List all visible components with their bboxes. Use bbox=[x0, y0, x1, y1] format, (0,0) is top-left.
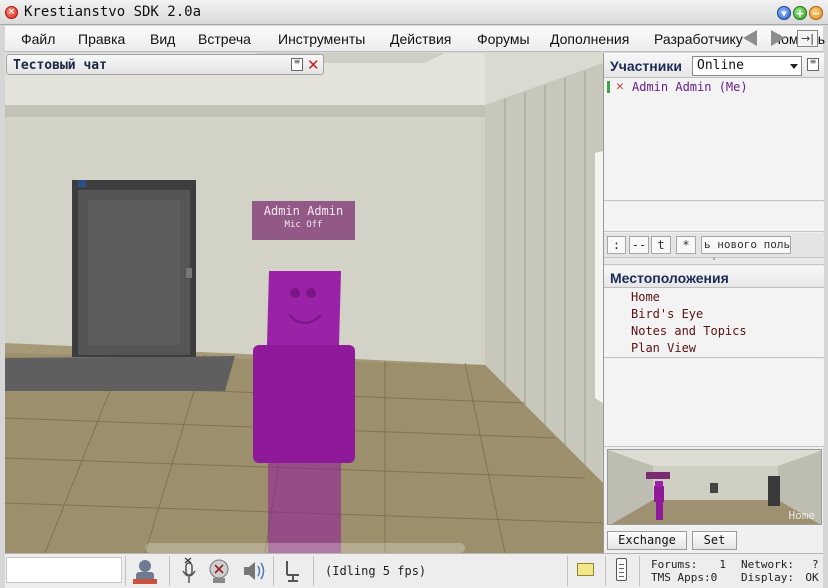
participants-header: Участники Online ≡ bbox=[604, 53, 824, 78]
divider bbox=[169, 556, 170, 586]
forums-stat: Forums: 1 bbox=[651, 558, 726, 571]
window-title: Krestianstvo SDK 2.0a bbox=[24, 4, 202, 20]
status-bar: (Idling 5 fps) Forums: 1 TMS Apps:0 Netw… bbox=[5, 553, 823, 588]
locations-empty-area bbox=[604, 359, 824, 447]
avatar-name-tag: Admin Admin Mic Off bbox=[252, 201, 355, 240]
participants-heading: Участники bbox=[610, 58, 682, 74]
locations-heading: Местоположения bbox=[610, 270, 729, 286]
forward-arrow-icon[interactable] bbox=[771, 30, 785, 46]
close-window-icon[interactable]: × bbox=[5, 6, 18, 19]
menu-actions[interactable]: Действия bbox=[390, 31, 451, 47]
panel-splitter[interactable]: ° bbox=[604, 257, 824, 265]
back-arrow-icon[interactable] bbox=[743, 30, 757, 46]
locations-list: Home Bird's Eye Notes and Topics Plan Vi… bbox=[604, 288, 824, 358]
panel-menu-icon[interactable]: ≡ bbox=[291, 58, 303, 71]
invite-user-input[interactable]: ь нового поль bbox=[701, 236, 791, 254]
tms-apps-value: 0 bbox=[710, 571, 718, 584]
preview-location-label: Home bbox=[788, 509, 816, 522]
network-stat: Network: ? bbox=[741, 558, 819, 571]
divider bbox=[125, 556, 126, 586]
camera-off-icon[interactable] bbox=[207, 557, 231, 585]
tool-button-t[interactable]: t bbox=[651, 236, 671, 254]
3d-viewport[interactable] bbox=[5, 53, 603, 553]
participants-menu-icon[interactable]: ≡ bbox=[807, 58, 819, 71]
menu-developer[interactable]: Разработчику bbox=[654, 31, 743, 47]
tool-button-colon[interactable]: : bbox=[607, 236, 626, 254]
menu-edit[interactable]: Правка bbox=[78, 31, 125, 47]
menu-bar: Файл Правка Вид Встреча Инструменты Дейс… bbox=[5, 26, 825, 52]
phone-icon[interactable] bbox=[616, 558, 627, 581]
menu-view[interactable]: Вид bbox=[150, 31, 175, 47]
status-select-value: Online bbox=[697, 58, 744, 73]
network-label: Network: bbox=[741, 558, 794, 571]
chat-panel-header: Тестовый чат ≡ ✕ bbox=[6, 54, 324, 75]
divider bbox=[639, 556, 640, 586]
command-input[interactable] bbox=[6, 557, 122, 583]
close-chat-icon[interactable]: ✕ bbox=[307, 56, 320, 74]
exit-icon[interactable]: →| bbox=[797, 30, 818, 47]
participant-name: Admin Admin (Me) bbox=[632, 80, 748, 94]
status-select[interactable]: Online bbox=[692, 56, 802, 76]
location-item-plan-view[interactable]: Plan View bbox=[631, 341, 696, 355]
chevron-down-icon bbox=[790, 64, 798, 69]
maximize-icon[interactable]: + bbox=[793, 6, 807, 20]
tool-button-dashes[interactable]: -- bbox=[629, 236, 649, 254]
chat-panel-title: Тестовый чат bbox=[13, 58, 107, 73]
participants-list: ✕ Admin Admin (Me) bbox=[604, 78, 824, 201]
divider bbox=[273, 556, 274, 586]
set-button[interactable]: Set bbox=[692, 531, 737, 550]
participants-toolbar: : -- t * ь нового поль bbox=[604, 233, 824, 257]
forums-value: 1 bbox=[719, 558, 726, 571]
menu-file[interactable]: Файл bbox=[21, 31, 55, 47]
location-item-notes-and-topics[interactable]: Notes and Topics bbox=[631, 324, 747, 338]
display-value: OK bbox=[805, 571, 819, 584]
microphone-muted-icon[interactable] bbox=[179, 557, 199, 585]
tool-button-star[interactable]: * bbox=[676, 236, 696, 254]
location-preview[interactable]: Home bbox=[607, 449, 822, 525]
participants-details-area bbox=[604, 202, 824, 232]
menu-meeting[interactable]: Встреча bbox=[198, 31, 251, 47]
render-status-text: (Idling 5 fps) bbox=[325, 564, 427, 578]
display-stat: Display: OK bbox=[741, 571, 823, 584]
locations-header: Местоположения bbox=[604, 266, 824, 288]
scene-render bbox=[5, 53, 603, 553]
remove-participant-icon[interactable]: ✕ bbox=[616, 79, 624, 94]
tms-apps-stat: TMS Apps:0 bbox=[651, 571, 717, 584]
avatar-mic-status: Mic Off bbox=[284, 220, 323, 230]
display-label: Display: bbox=[741, 571, 794, 584]
menu-tools[interactable]: Инструменты bbox=[278, 31, 365, 47]
seat-icon[interactable] bbox=[281, 558, 305, 584]
avatar-name: Admin Admin bbox=[263, 204, 344, 218]
location-item-home[interactable]: Home bbox=[631, 290, 660, 304]
location-item-birds-eye[interactable]: Bird's Eye bbox=[631, 307, 703, 321]
menu-forums[interactable]: Форумы bbox=[477, 31, 530, 47]
divider bbox=[605, 556, 606, 586]
divider bbox=[567, 556, 568, 586]
menu-addons[interactable]: Дополнения bbox=[550, 31, 629, 47]
exchange-button[interactable]: Exchange bbox=[607, 531, 687, 550]
forums-label: Forums: bbox=[651, 558, 698, 571]
chat-note-icon[interactable] bbox=[577, 563, 594, 576]
minimize-icon[interactable]: − bbox=[809, 6, 823, 20]
speaker-icon[interactable] bbox=[241, 557, 267, 585]
title-bar: × Krestianstvo SDK 2.0a ▾ + − bbox=[0, 0, 828, 25]
scroll-down-icon[interactable]: ▾ bbox=[777, 6, 791, 20]
tms-apps-label: TMS Apps: bbox=[651, 571, 711, 584]
user-profile-icon[interactable] bbox=[131, 557, 159, 585]
network-value: ? bbox=[811, 558, 819, 571]
online-indicator-icon bbox=[607, 81, 610, 93]
divider bbox=[313, 556, 314, 586]
right-panel: Участники Online ≡ ✕ Admin Admin (Me) : … bbox=[603, 53, 824, 553]
